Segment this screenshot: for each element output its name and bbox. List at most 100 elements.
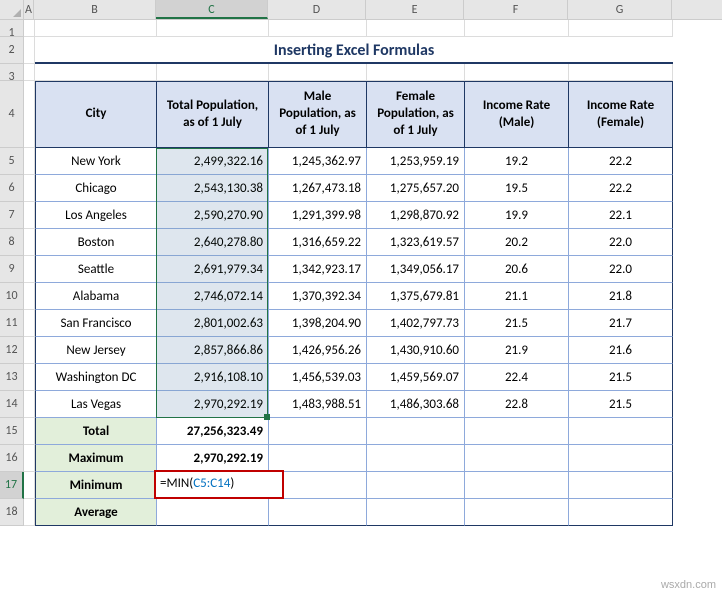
- cell-male[interactable]: 1,483,988.51: [269, 391, 367, 418]
- row-header-9[interactable]: 9: [0, 256, 24, 283]
- table-row: Washington DC2,916,108.101,456,539.031,4…: [24, 364, 722, 391]
- cell-city[interactable]: New York: [35, 148, 157, 175]
- cell-female[interactable]: 1,402,797.73: [367, 310, 465, 337]
- cell-female[interactable]: 1,486,303.68: [367, 391, 465, 418]
- cell-city[interactable]: Alabama: [35, 283, 157, 310]
- cell-city[interactable]: Las Vegas: [35, 391, 157, 418]
- row-header-6[interactable]: 6: [0, 175, 24, 202]
- cell-female[interactable]: 1,459,569.07: [367, 364, 465, 391]
- col-header-D[interactable]: D: [268, 0, 366, 19]
- cell-income-male[interactable]: 20.6: [465, 256, 569, 283]
- row-header-18[interactable]: 18: [0, 499, 24, 526]
- cell-income-female[interactable]: 21.7: [569, 310, 673, 337]
- cell-city[interactable]: Chicago: [35, 175, 157, 202]
- table-row: San Francisco2,801,002.631,398,204.901,4…: [24, 310, 722, 337]
- col-header-B[interactable]: B: [34, 0, 156, 19]
- cell-income-male[interactable]: 19.5: [465, 175, 569, 202]
- row-header-3[interactable]: 3: [0, 64, 24, 81]
- cell-city[interactable]: Boston: [35, 229, 157, 256]
- cell-income-female[interactable]: 22.1: [569, 202, 673, 229]
- header-city: City: [35, 81, 157, 148]
- cell-income-male[interactable]: 21.5: [465, 310, 569, 337]
- cell-female[interactable]: 1,298,870.92: [367, 202, 465, 229]
- cell-income-female[interactable]: 21.8: [569, 283, 673, 310]
- cell-income-female[interactable]: 22.2: [569, 175, 673, 202]
- cell-female[interactable]: 1,430,910.60: [367, 337, 465, 364]
- cell-male[interactable]: 1,426,956.26: [269, 337, 367, 364]
- cell-city[interactable]: Seattle: [35, 256, 157, 283]
- row-header-16[interactable]: 16: [0, 445, 24, 472]
- col-header-F[interactable]: F: [464, 0, 568, 19]
- cell-male[interactable]: 1,370,392.34: [269, 283, 367, 310]
- row-header-11[interactable]: 11: [0, 310, 24, 337]
- row-header-8[interactable]: 8: [0, 229, 24, 256]
- col-header-E[interactable]: E: [366, 0, 464, 19]
- cell-female[interactable]: 1,275,657.20: [367, 175, 465, 202]
- cell-female[interactable]: 1,375,679.81: [367, 283, 465, 310]
- label-maximum: Maximum: [35, 445, 157, 472]
- value-total[interactable]: 27,256,323.49: [157, 418, 269, 445]
- row-header-7[interactable]: 7: [0, 202, 24, 229]
- cell-total[interactable]: 2,640,278.80: [157, 229, 269, 256]
- cell-income-female[interactable]: 21.5: [569, 391, 673, 418]
- select-all-corner[interactable]: [0, 0, 24, 20]
- cell-income-female[interactable]: 21.5: [569, 364, 673, 391]
- cell-income-male[interactable]: 22.4: [465, 364, 569, 391]
- col-header-G[interactable]: G: [568, 0, 672, 19]
- cell-total[interactable]: 2,970,292.19: [157, 391, 269, 418]
- table-row: New Jersey2,857,866.861,426,956.261,430,…: [24, 337, 722, 364]
- row-header-14[interactable]: 14: [0, 391, 24, 418]
- row-header-5[interactable]: 5: [0, 148, 24, 175]
- row-header-1[interactable]: 1: [0, 20, 24, 37]
- row-header-10[interactable]: 10: [0, 283, 24, 310]
- cell-city[interactable]: Washington DC: [35, 364, 157, 391]
- row-header-13[interactable]: 13: [0, 364, 24, 391]
- cell-female[interactable]: 1,349,056.17: [367, 256, 465, 283]
- cell-income-female[interactable]: 21.6: [569, 337, 673, 364]
- cell-male[interactable]: 1,291,399.98: [269, 202, 367, 229]
- header-male-pop: Male Population, as of 1 July: [269, 81, 367, 148]
- cell-total[interactable]: 2,857,866.86: [157, 337, 269, 364]
- col-header-A[interactable]: A: [24, 0, 34, 19]
- cell-male[interactable]: 1,316,659.22: [269, 229, 367, 256]
- cell-male[interactable]: 1,342,923.17: [269, 256, 367, 283]
- cell-female[interactable]: 1,253,959.19: [367, 148, 465, 175]
- table-row: Alabama2,746,072.141,370,392.341,375,679…: [24, 283, 722, 310]
- cell-income-female[interactable]: 22.0: [569, 229, 673, 256]
- col-header-C[interactable]: C: [156, 0, 268, 19]
- cell-income-female[interactable]: 22.2: [569, 148, 673, 175]
- cell-income-male[interactable]: 22.8: [465, 391, 569, 418]
- cell-total[interactable]: 2,590,270.90: [157, 202, 269, 229]
- cell-income-male[interactable]: 19.2: [465, 148, 569, 175]
- cell-city[interactable]: Los Angeles: [35, 202, 157, 229]
- cell-income-male[interactable]: 19.9: [465, 202, 569, 229]
- cell-income-male[interactable]: 20.2: [465, 229, 569, 256]
- cell-female[interactable]: 1,323,619.57: [367, 229, 465, 256]
- value-average[interactable]: [157, 499, 269, 526]
- cell-income-male[interactable]: 21.9: [465, 337, 569, 364]
- cell-total[interactable]: 2,801,002.63: [157, 310, 269, 337]
- cell-total[interactable]: 2,543,130.38: [157, 175, 269, 202]
- cell-male[interactable]: 1,245,362.97: [269, 148, 367, 175]
- value-minimum[interactable]: [157, 472, 269, 499]
- cell-income-female[interactable]: 22.0: [569, 256, 673, 283]
- row-header-17[interactable]: 17: [0, 472, 24, 499]
- cell-male[interactable]: 1,456,539.03: [269, 364, 367, 391]
- cell-total[interactable]: 2,691,979.34: [157, 256, 269, 283]
- row-header-12[interactable]: 12: [0, 337, 24, 364]
- label-total: Total: [35, 418, 157, 445]
- cell-total[interactable]: 2,499,322.16: [157, 148, 269, 175]
- row-header-4[interactable]: 4: [0, 81, 24, 148]
- cell-male[interactable]: 1,398,204.90: [269, 310, 367, 337]
- row-header-2[interactable]: 2: [0, 37, 24, 64]
- row-header-15[interactable]: 15: [0, 418, 24, 445]
- cell-male[interactable]: 1,267,473.18: [269, 175, 367, 202]
- cell-total[interactable]: 2,746,072.14: [157, 283, 269, 310]
- value-maximum[interactable]: 2,970,292.19: [157, 445, 269, 472]
- cell-income-male[interactable]: 21.1: [465, 283, 569, 310]
- cell-total[interactable]: 2,916,108.10: [157, 364, 269, 391]
- cell-city[interactable]: New Jersey: [35, 337, 157, 364]
- header-income-female: Income Rate (Female): [569, 81, 673, 148]
- cell-grid[interactable]: Inserting Excel Formulas City Total Popu…: [24, 20, 722, 526]
- cell-city[interactable]: San Francisco: [35, 310, 157, 337]
